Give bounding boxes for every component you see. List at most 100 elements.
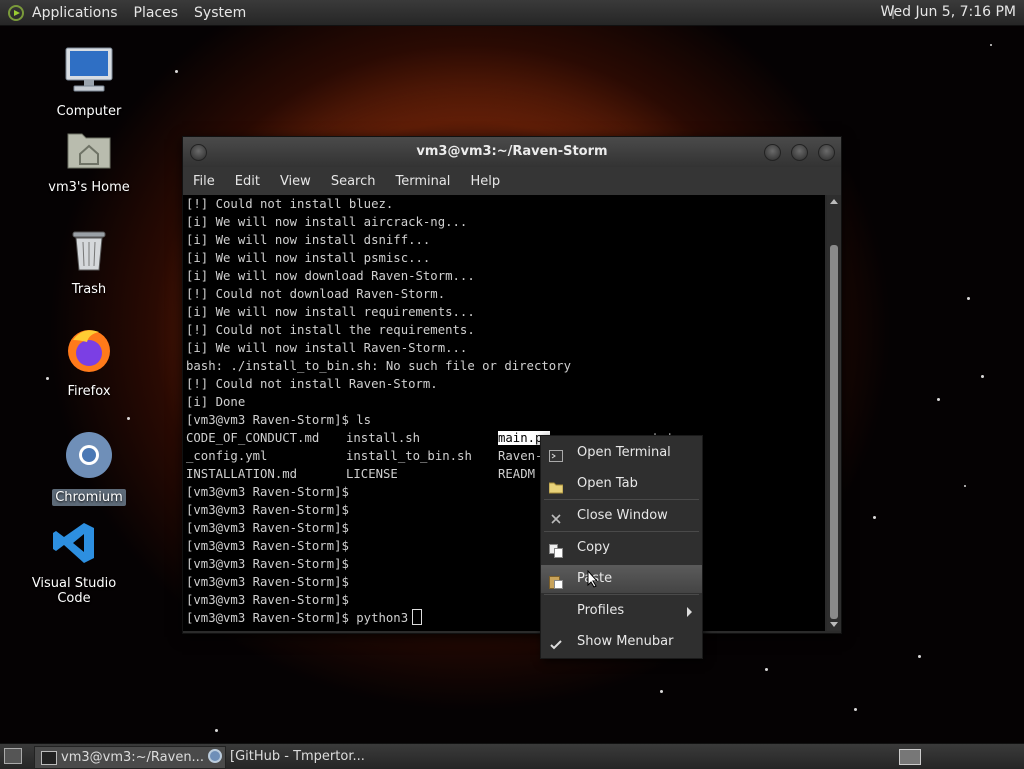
terminal-line: [i] We will now install psmisc...	[186, 251, 431, 265]
terminal-line: [!] Could not install Raven-Storm.	[186, 377, 438, 391]
terminal-prompt: [vm3@vm3 Raven-Storm]$	[186, 575, 349, 589]
firefox-icon	[34, 326, 144, 378]
terminal-icon	[549, 446, 563, 462]
scroll-up-icon[interactable]	[830, 199, 838, 204]
terminal-line: [i] We will now download Raven-Storm...	[186, 269, 475, 283]
ctx-label: Show Menubar	[577, 634, 674, 649]
scroll-down-icon[interactable]	[830, 622, 838, 627]
terminal-input-line[interactable]: [vm3@vm3 Raven-Storm]$ python3	[183, 609, 825, 627]
ctx-open-terminal[interactable]: Open Terminal	[541, 439, 702, 467]
terminal-line: [i] We will now install dsniff...	[186, 233, 431, 247]
menu-help[interactable]: Help	[460, 174, 510, 189]
desktop-icon-label: vm3's Home	[48, 180, 130, 195]
submenu-arrow-icon	[687, 607, 692, 617]
mouse-pointer-icon	[587, 570, 599, 588]
desktop-icon-computer[interactable]: Computer	[34, 46, 144, 119]
ctx-show-menubar[interactable]: Show Menubar	[541, 628, 702, 656]
ls-entry: LICENSE	[346, 467, 398, 481]
minimize-button[interactable]	[764, 144, 781, 161]
menu-places[interactable]: Places	[126, 5, 187, 21]
terminal-window[interactable]: vm3@vm3:~/Raven-Storm File Edit View Sea…	[182, 136, 842, 634]
menu-search[interactable]: Search	[321, 174, 386, 189]
ctx-label: Close Window	[577, 508, 668, 523]
ls-entry: CODE_OF_CONDUCT.md	[186, 431, 320, 445]
desktop-icon-firefox[interactable]: Firefox	[34, 326, 144, 399]
menu-separator	[544, 594, 699, 595]
terminal-line: bash: ./install_to_bin.sh: No such file …	[186, 359, 571, 373]
close-icon	[549, 509, 563, 524]
clock[interactable]: Wed Jun 5, 7:16 PM	[880, 4, 1016, 20]
menu-terminal[interactable]: Terminal	[385, 174, 460, 189]
ls-entry: install_to_bin.sh	[346, 449, 472, 463]
paste-icon	[549, 572, 563, 589]
close-button[interactable]	[818, 144, 835, 161]
ls-entry: Raven-	[498, 449, 543, 463]
menu-view[interactable]: View	[270, 174, 321, 189]
computer-icon	[34, 46, 144, 98]
desktop-icon-trash[interactable]: Trash	[34, 228, 144, 297]
chromium-icon	[208, 749, 222, 763]
ls-row: INSTALLATION.md LICENSE READM	[183, 465, 825, 483]
ctx-copy[interactable]: Copy	[541, 534, 702, 562]
ctx-label: Copy	[577, 540, 610, 555]
terminal-prompt: [vm3@vm3 Raven-Storm]$	[186, 485, 349, 499]
terminal-line: [vm3@vm3 Raven-Storm]$ ls	[186, 413, 372, 427]
context-menu: Open Terminal Open Tab Close Window Copy…	[540, 435, 703, 659]
copy-icon	[549, 541, 563, 558]
menu-separator	[544, 531, 699, 532]
terminal-prompt: [vm3@vm3 Raven-Storm]$	[186, 503, 349, 517]
ctx-close-window[interactable]: Close Window	[541, 502, 702, 530]
terminal-icon	[41, 751, 57, 765]
top-panel: Applications Places System Wed Jun 5, 7:…	[0, 0, 1024, 26]
menu-applications[interactable]: Applications	[24, 5, 126, 21]
window-menu-button[interactable]	[190, 144, 207, 161]
terminal-line: [i] We will now install requirements...	[186, 305, 475, 319]
desktop-icon-label: Computer	[56, 104, 122, 119]
ls-entry: READM	[498, 467, 536, 481]
desktop-icon-chromium[interactable]: Chromium	[34, 430, 144, 506]
desktop-icon-home[interactable]: vm3's Home	[34, 128, 144, 195]
window-titlebar[interactable]: vm3@vm3:~/Raven-Storm	[183, 137, 841, 167]
window-menubar: File Edit View Search Terminal Help	[183, 167, 841, 195]
taskbar-item-terminal[interactable]: vm3@vm3:~/Raven...	[34, 746, 226, 769]
terminal-line: [i] We will now install Raven-Storm...	[186, 341, 468, 355]
window-title: vm3@vm3:~/Raven-Storm	[416, 144, 608, 159]
terminal-scrollbar[interactable]	[827, 195, 841, 631]
ctx-open-tab[interactable]: Open Tab	[541, 470, 702, 498]
show-desktop-icon[interactable]	[4, 748, 22, 764]
menu-separator	[544, 499, 699, 500]
scroll-thumb[interactable]	[830, 245, 838, 619]
chromium-icon	[34, 430, 144, 484]
terminal-prompt: [vm3@vm3 Raven-Storm]$	[186, 539, 349, 553]
taskbar-item-chromium[interactable]: [GitHub - Tmpertor...	[204, 746, 400, 767]
desktop-icon-label: Trash	[71, 282, 107, 297]
taskbar-label: vm3@vm3:~/Raven...	[61, 750, 204, 765]
desktop-icon-label: Firefox	[67, 384, 111, 399]
ls-entry: INSTALLATION.md	[186, 467, 298, 481]
terminal-line: [!] Could not download Raven-Storm.	[186, 287, 446, 301]
ctx-label: Profiles	[577, 603, 625, 618]
desktop-icon-label: Chromium	[52, 489, 126, 506]
ls-entry: install.sh	[346, 431, 421, 445]
terminal-current-command: [vm3@vm3 Raven-Storm]$ python3	[186, 611, 409, 625]
terminal-prompt: [vm3@vm3 Raven-Storm]$	[186, 521, 349, 535]
terminal-line: [i] We will now install aircrack-ng...	[186, 215, 468, 229]
menu-file[interactable]: File	[183, 174, 225, 189]
home-folder-icon	[34, 128, 144, 174]
maximize-button[interactable]	[791, 144, 808, 161]
trash-icon	[34, 228, 144, 276]
vscode-icon	[19, 520, 129, 570]
menu-edit[interactable]: Edit	[225, 174, 270, 189]
menu-system[interactable]: System	[186, 5, 254, 21]
ctx-label: Open Tab	[577, 476, 638, 491]
terminal-output[interactable]: [!] Could not install bluez. [i] We will…	[183, 195, 825, 631]
workspace-switcher[interactable]	[899, 749, 921, 765]
ctx-profiles[interactable]: Profiles	[541, 597, 702, 625]
desktop-icon-vscode[interactable]: Visual Studio Code	[19, 520, 129, 606]
distro-logo-icon[interactable]	[8, 4, 24, 21]
folder-tab-icon	[548, 477, 564, 494]
ctx-label: Open Terminal	[577, 445, 671, 460]
ctx-paste[interactable]: Paste	[541, 565, 702, 593]
ls-entry: _config.yml	[186, 449, 268, 463]
terminal-cursor	[412, 609, 423, 625]
